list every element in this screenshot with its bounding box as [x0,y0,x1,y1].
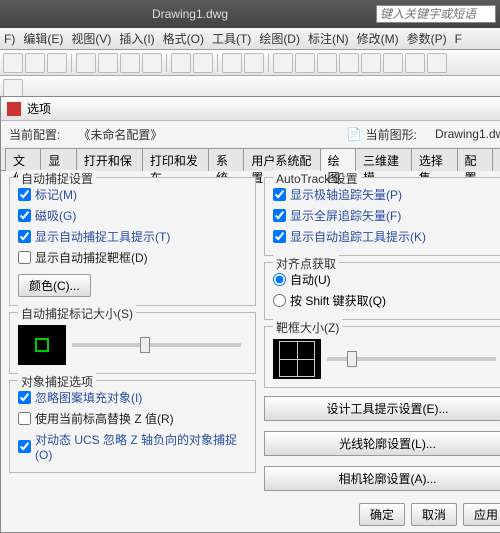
cancel-button[interactable]: 取消 [411,503,457,526]
dialog-title: 选项 [27,100,51,117]
menu-parameters[interactable]: 参数(P) [403,30,451,47]
drawing-value: Drawing1.dwg [435,127,500,141]
tool-copy-icon[interactable] [120,53,140,73]
tab-profiles[interactable]: 配置 [457,148,493,171]
marker-size-group: 自动捕捉标记大小(S) [9,312,256,374]
group-title: 靶框大小(Z) [273,319,342,336]
dialog-titlebar: 选项 [1,97,500,121]
tool-misc-icon[interactable] [273,53,293,73]
tab-strip: 文件 显示 打开和保存 打印和发布 系统 用户系统配置 绘图 三维建模 选择集 … [1,147,500,171]
autosnap-group: 自动捕捉设置 标记(M) 磁吸(G) 显示自动捕捉工具提示(T) 显示自动捕捉靶… [9,177,256,306]
chk-magnet[interactable]: 磁吸(G) [18,205,247,226]
menu-file[interactable]: F) [0,32,19,46]
apply-button[interactable]: 应用 [463,503,500,526]
tool-redo-icon[interactable] [193,53,213,73]
radio-shift[interactable]: 按 Shift 键获取(Q) [273,290,500,311]
chk-replace-z[interactable]: 使用当前标高替换 Z 值(R) [18,408,247,429]
separator [166,54,167,72]
chk-ignore-neg-z[interactable]: 对动态 UCS 忽略 Z 轴负向的对象捕捉(O) [18,429,247,464]
autotrack-group: AutoTrack 设置 显示极轴追踪矢量(P) 显示全屏追踪矢量(F) 显示自… [264,177,500,256]
chk-polar-vector[interactable]: 显示极轴追踪矢量(P) [273,184,500,205]
tab-plot[interactable]: 打印和发布 [142,148,209,171]
tab-user[interactable]: 用户系统配置 [243,148,320,171]
tool-misc-icon[interactable] [361,53,381,73]
profile-value: 《未命名配置》 [78,126,162,143]
titlebar: Drawing1.dwg [0,0,500,28]
tool-misc-icon[interactable] [339,53,359,73]
tool-open-icon[interactable] [25,53,45,73]
color-button[interactable]: 颜色(C)... [18,274,91,297]
group-title: 对齐点获取 [273,255,339,272]
menu-edit[interactable]: 编辑(E) [19,30,67,47]
menu-view[interactable]: 视图(V) [67,30,115,47]
tool-save-icon[interactable] [47,53,67,73]
app-icon [7,102,21,116]
camera-glyph-settings-button[interactable]: 相机轮廓设置(A)... [264,466,500,491]
alignment-group: 对齐点获取 自动(U) 按 Shift 键获取(Q) [264,262,500,320]
dialog-footer: 确定 取消 应用 [1,497,500,532]
marker-preview [18,325,66,365]
menu-insert[interactable]: 插入(I) [115,30,158,47]
chk-fullscreen-vector[interactable]: 显示全屏追踪矢量(F) [273,205,500,226]
chk-ignore-hatch[interactable]: 忽略图案填充对象(I) [18,387,247,408]
marker-size-slider[interactable] [72,343,241,347]
osnap-options-group: 对象捕捉选项 忽略图案填充对象(I) 使用当前标高替换 Z 值(R) 对动态 U… [9,380,256,473]
tab-display[interactable]: 显示 [40,148,76,171]
radio-auto[interactable]: 自动(U) [273,269,500,290]
light-glyph-settings-button[interactable]: 光线轮廓设置(L)... [264,431,500,456]
ok-button[interactable]: 确定 [359,503,405,526]
menu-modify[interactable]: 修改(M) [353,30,403,47]
chk-aperture[interactable]: 显示自动捕捉靶框(D) [18,247,247,268]
tool-undo-icon[interactable] [171,53,191,73]
chk-autotrack-tooltip[interactable]: 显示自动追踪工具提示(K) [273,226,500,247]
menu-dimension[interactable]: 标注(N) [304,30,353,47]
group-title: 自动捕捉标记大小(S) [18,305,136,322]
tab-overflow[interactable]: 耳 [492,148,500,171]
menubar: F) 编辑(E) 视图(V) 插入(I) 格式(O) 工具(T) 绘图(D) 标… [0,28,500,50]
document-title: Drawing1.dwg [4,7,376,21]
menu-tools[interactable]: 工具(T) [208,30,255,47]
search-input[interactable] [376,5,496,23]
toolbar-1 [0,50,500,76]
menu-overflow[interactable]: F [451,32,466,46]
group-title: AutoTrack 设置 [273,170,361,187]
menu-draw[interactable]: 绘图(D) [255,30,304,47]
tab-opensave[interactable]: 打开和保存 [76,148,143,171]
tab-3d[interactable]: 三维建模 [355,148,412,171]
design-tooltip-settings-button[interactable]: 设计工具提示设置(E)... [264,396,500,421]
tool-misc-icon[interactable] [405,53,425,73]
drawing-label: 当前图形: [366,126,417,143]
tab-file[interactable]: 文件 [5,148,41,171]
config-row: 当前配置: 《未命名配置》 📄 当前图形: Drawing1.dwg [1,121,500,147]
group-title: 自动捕捉设置 [18,170,96,187]
tab-system[interactable]: 系统 [208,148,244,171]
tool-paste-icon[interactable] [142,53,162,73]
target-preview [273,339,321,379]
options-dialog: 选项 当前配置: 《未命名配置》 📄 当前图形: Drawing1.dwg 文件… [0,96,500,533]
tool-print-icon[interactable] [76,53,96,73]
profile-label: 当前配置: [9,126,60,143]
tool-new-icon[interactable] [3,53,23,73]
menu-format[interactable]: 格式(O) [159,30,208,47]
tool-pan-icon[interactable] [222,53,242,73]
target-size-slider[interactable] [327,357,496,361]
chk-tooltip[interactable]: 显示自动捕捉工具提示(T) [18,226,247,247]
target-size-group: 靶框大小(Z) [264,326,500,388]
tool-misc-icon[interactable] [317,53,337,73]
tool-misc-icon[interactable] [427,53,447,73]
tab-selection[interactable]: 选择集 [411,148,458,171]
separator [268,54,269,72]
separator [217,54,218,72]
tool-misc-icon[interactable] [383,53,403,73]
chk-marker[interactable]: 标记(M) [18,184,247,205]
tab-drafting[interactable]: 绘图 [320,148,356,171]
separator [71,54,72,72]
tool-misc-icon[interactable] [295,53,315,73]
tool-zoom-icon[interactable] [244,53,264,73]
tool-cut-icon[interactable] [98,53,118,73]
group-title: 对象捕捉选项 [18,373,96,390]
